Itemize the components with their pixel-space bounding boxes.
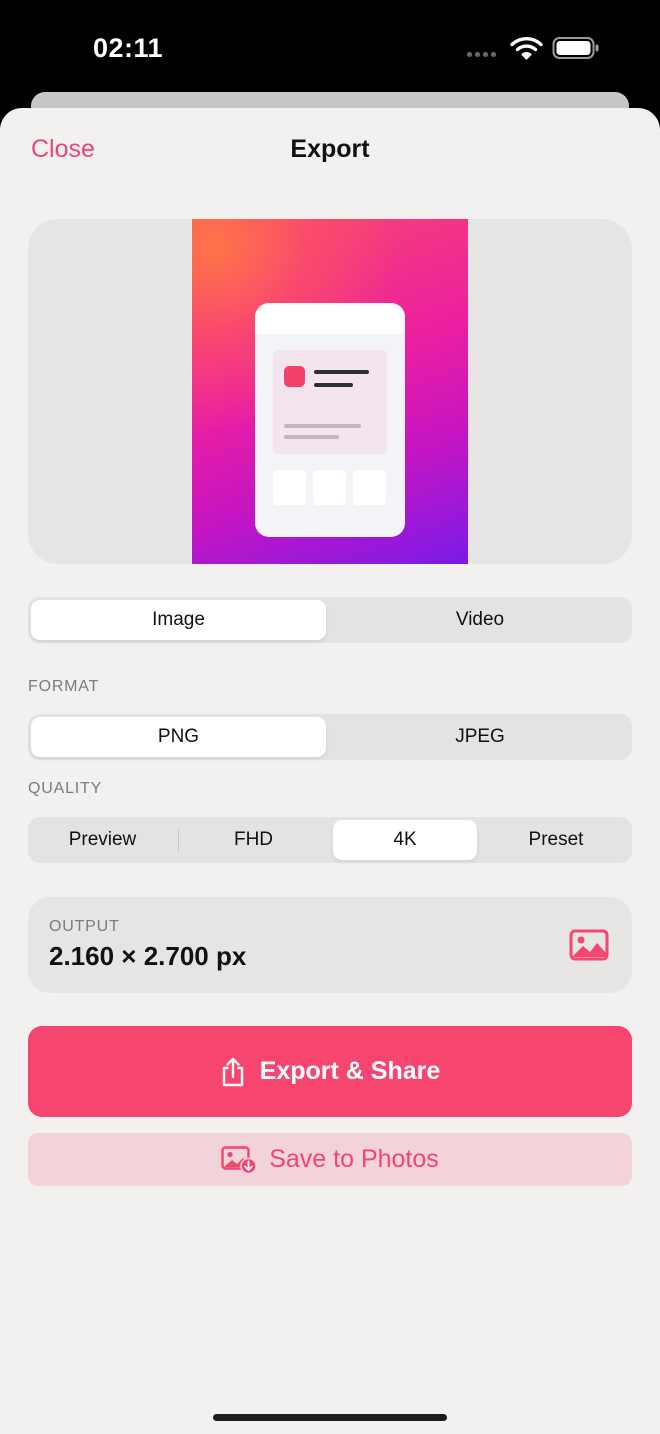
mock-avatar — [284, 366, 305, 387]
save-to-photos-button[interactable]: Save to Photos — [28, 1133, 632, 1186]
close-button[interactable]: Close — [31, 135, 95, 164]
export-share-button[interactable]: Export & Share — [28, 1026, 632, 1117]
segment-video[interactable]: Video — [331, 600, 629, 640]
export-sheet: Export Close Image Video FORMAT PNG JPEG… — [0, 108, 660, 1434]
output-dimensions: 2.160 × 2.700 px — [49, 941, 247, 971]
format-section-label: FORMAT — [28, 678, 100, 695]
mock-top-bar — [255, 303, 405, 334]
mock-phone — [255, 303, 405, 537]
photo-icon — [569, 929, 609, 961]
battery-icon — [552, 37, 599, 59]
format-segmented-control: PNG JPEG — [28, 714, 632, 760]
segment-4k[interactable]: 4K — [333, 820, 477, 860]
mock-tile — [273, 470, 306, 505]
cellular-signal-icon — [467, 52, 496, 57]
share-icon — [222, 1057, 243, 1086]
segment-fhd[interactable]: FHD — [181, 820, 326, 860]
mock-card — [273, 350, 387, 454]
segment-jpeg[interactable]: JPEG — [331, 717, 629, 757]
segment-image[interactable]: Image — [31, 600, 326, 640]
mock-line — [284, 435, 339, 439]
mock-line — [314, 383, 353, 387]
mode-segmented-control: Image Video — [28, 597, 632, 643]
segment-preview[interactable]: Preview — [31, 820, 174, 860]
segment-preset[interactable]: Preset — [483, 820, 629, 860]
status-bar: 02:11 — [0, 0, 660, 100]
output-card: OUTPUT 2.160 × 2.700 px — [28, 897, 632, 993]
home-indicator — [213, 1414, 447, 1421]
export-preview-image — [192, 219, 468, 564]
segment-png[interactable]: PNG — [31, 717, 326, 757]
preview-card — [28, 219, 632, 564]
page-title: Export — [290, 135, 370, 163]
save-to-photos-label: Save to Photos — [269, 1145, 439, 1173]
export-share-label: Export & Share — [259, 1057, 441, 1085]
quality-segmented-control: Preview FHD 4K Preset — [28, 817, 632, 863]
mock-line — [284, 424, 361, 428]
save-to-photos-icon — [221, 1145, 257, 1174]
mock-tile — [353, 470, 386, 505]
status-time: 02:11 — [93, 33, 164, 63]
segment-divider — [178, 829, 179, 853]
quality-section-label: QUALITY — [28, 780, 103, 797]
mock-tile — [313, 470, 346, 505]
mock-line — [314, 370, 369, 374]
output-label: OUTPUT — [49, 918, 120, 935]
wifi-icon — [510, 37, 543, 60]
